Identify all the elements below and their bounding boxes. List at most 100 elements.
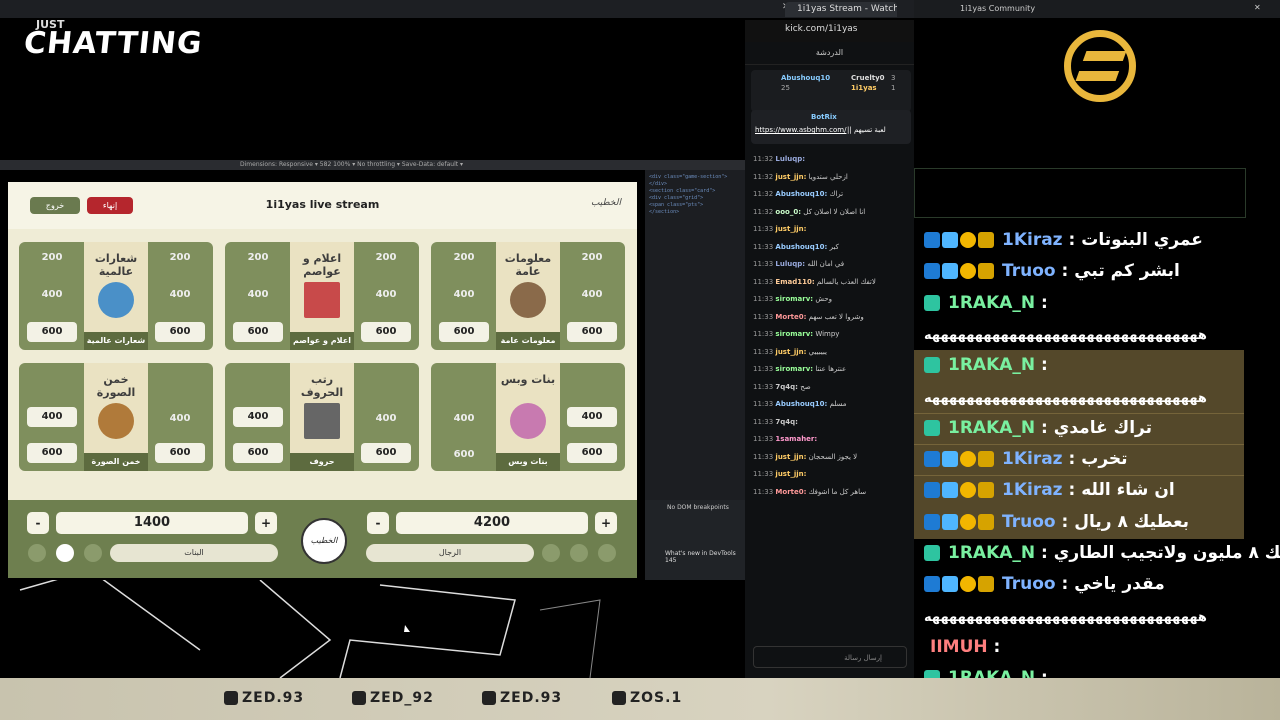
points-200-left[interactable]: 200 <box>27 252 77 263</box>
message-username[interactable]: Truoo <box>1002 574 1056 594</box>
points-400-left[interactable]: 400 <box>439 413 489 424</box>
left-team-name[interactable]: البنات <box>110 544 278 562</box>
points-400-right[interactable]: 400 <box>155 413 205 424</box>
right-team-name[interactable]: الرجال <box>366 544 534 562</box>
message-user[interactable]: 7q4q: <box>775 418 798 426</box>
circle-icon[interactable] <box>56 544 74 562</box>
points-600-left[interactable]: 600 <box>233 443 283 463</box>
points-400-left[interactable]: 400 <box>27 407 77 427</box>
chat-input[interactable]: إرسال رسالة <box>753 646 907 668</box>
points-200-left[interactable]: 200 <box>233 252 283 263</box>
message-username[interactable]: Truoo <box>1002 261 1056 281</box>
gifter-1-name[interactable]: Abushouq10 <box>781 74 830 82</box>
message-user[interactable]: Abushouq10: <box>775 190 827 198</box>
points-400-left[interactable]: 400 <box>233 407 283 427</box>
message-user[interactable]: just_jjn: <box>775 225 806 233</box>
message-time: 11:33 <box>753 312 774 321</box>
points-200-right[interactable]: 200 <box>361 252 411 263</box>
category-card-1: 200 400 600 شعارات عالمية شعارات عالمية … <box>19 242 213 350</box>
category-image: خمن الصورة خمن الصورة <box>84 363 148 471</box>
points-600-right[interactable]: 600 <box>361 322 411 342</box>
points-400-right[interactable]: 400 <box>567 407 617 427</box>
points-400-right[interactable]: 400 <box>567 289 617 300</box>
points-400-right[interactable]: 400 <box>155 289 205 300</box>
gifter-2-name[interactable]: Cruelty0 <box>851 74 885 82</box>
message-username[interactable]: 1Kiraz <box>1002 480 1063 500</box>
points-600-left[interactable]: 600 <box>27 322 77 342</box>
message-text: في امان الله <box>807 260 845 268</box>
top-gifters: Abushouq10 25 Cruelty0 3 1i1yas 1 <box>751 70 911 112</box>
points-600-right[interactable]: 600 <box>567 443 617 463</box>
points-400-left[interactable]: 400 <box>439 289 489 300</box>
pinned-link[interactable]: https://www.asbghm.com/ <box>755 126 846 134</box>
points-600-left[interactable]: 600 <box>439 322 489 342</box>
points-600-left[interactable]: 600 <box>27 443 77 463</box>
message-user[interactable]: Luluqp: <box>775 260 805 268</box>
points-400-left[interactable]: 400 <box>27 289 77 300</box>
double-icon[interactable] <box>598 544 616 562</box>
message-username[interactable]: 1Kiraz <box>1002 230 1063 250</box>
points-400-right[interactable]: 400 <box>361 413 411 424</box>
right-plus-button[interactable]: + <box>595 512 617 534</box>
circle-icon[interactable] <box>542 544 560 562</box>
community-message: 1RAKA_N : بعطيك ٨ مليون ولاتجيب الطاري <box>924 539 1280 567</box>
points-600-left[interactable]: 600 <box>233 322 283 342</box>
points-200-right[interactable]: 200 <box>155 252 205 263</box>
right-minus-button[interactable]: - <box>367 512 389 534</box>
message-username[interactable]: 1RAKA_N <box>948 293 1035 313</box>
pinned-author[interactable]: BotRix <box>811 113 837 121</box>
message-username[interactable]: 1RAKA_N <box>948 418 1035 438</box>
message-user[interactable]: just_jjn: <box>775 470 806 478</box>
search-icon[interactable] <box>28 544 46 562</box>
points-400-left[interactable]: 400 <box>233 289 283 300</box>
left-minus-button[interactable]: - <box>27 512 49 534</box>
points-600-left[interactable]: 600 <box>439 449 489 460</box>
message-user[interactable]: just_jjn: <box>775 453 806 461</box>
message-user[interactable]: Abushouq10: <box>775 400 827 408</box>
points-600-right[interactable]: 600 <box>567 322 617 342</box>
category-title: شعارات عالمية <box>94 252 138 278</box>
points-600-right[interactable]: 600 <box>361 443 411 463</box>
message-user[interactable]: just_jjn: <box>775 348 806 356</box>
points-200-left[interactable]: 200 <box>439 252 489 263</box>
game-title: 1i1yas live stream <box>265 198 380 211</box>
badge-icon <box>924 419 940 436</box>
browser-tab[interactable]: 1i1yas Stream - Watch Live on <box>785 2 897 17</box>
message-username[interactable]: 1RAKA_N <box>948 543 1035 563</box>
message-user[interactable]: Abushouq10: <box>775 243 827 251</box>
badge-icon <box>924 513 940 530</box>
message-user[interactable]: siromarv: <box>775 365 813 373</box>
points-400-right[interactable]: 400 <box>361 289 411 300</box>
message-user[interactable]: Morte0: <box>775 488 806 496</box>
message-user[interactable]: just_jjn: <box>775 173 806 181</box>
message-username[interactable]: 1Kiraz <box>1002 449 1063 469</box>
points-200-right[interactable]: 200 <box>567 252 617 263</box>
social-handle: ZED_92 <box>370 690 434 706</box>
message-text: لاتفك العذب يالسالم <box>816 277 876 286</box>
category-image: بنات وبس بنات وبس <box>496 363 560 471</box>
whats-new-note[interactable]: What's new in DevTools 145 <box>665 550 745 564</box>
chat-message: 11:33 7q4q: صح <box>753 383 911 391</box>
message-text: تراك <box>829 190 844 198</box>
close-window-icon[interactable]: ✕ <box>1254 3 1261 12</box>
address-bar[interactable]: kick.com/1i1yas <box>745 20 914 42</box>
message-user[interactable]: Luluqp: <box>775 155 805 163</box>
message-user[interactable]: 7q4q: <box>775 383 798 391</box>
points-600-right[interactable]: 600 <box>155 322 205 342</box>
message-user[interactable]: Morte0: <box>775 313 806 321</box>
message-user[interactable]: 1samaher: <box>775 435 817 443</box>
message-username[interactable]: Truoo <box>1002 512 1056 532</box>
message-user[interactable]: Emad110: <box>775 278 814 286</box>
points-600-right[interactable]: 600 <box>155 443 205 463</box>
message-username[interactable]: 1RAKA_N <box>948 355 1035 375</box>
message-user[interactable]: siromarv: <box>775 330 813 338</box>
url-text[interactable]: kick.com/1i1yas <box>785 24 857 34</box>
community-message: 1Kiraz : ان شاء الله <box>924 476 1175 504</box>
left-plus-button[interactable]: + <box>255 512 277 534</box>
gifter-3-name[interactable]: 1i1yas <box>851 84 877 92</box>
message-user[interactable]: ooo_0: <box>775 208 801 216</box>
gear-icon[interactable] <box>570 544 588 562</box>
message-username[interactable]: IIMUH <box>930 637 988 657</box>
message-user[interactable]: siromarv: <box>775 295 813 303</box>
hand-icon[interactable] <box>84 544 102 562</box>
